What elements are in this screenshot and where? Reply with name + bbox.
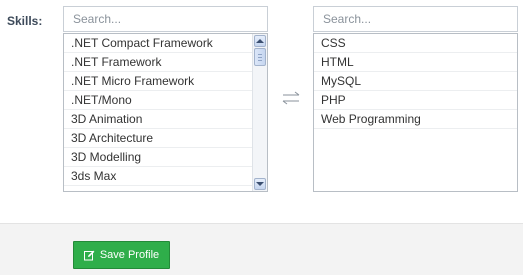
list-item[interactable]: .NET Compact Framework — [64, 34, 252, 53]
selected-skills-items: CSS HTML MySQL PHP Web Programming — [314, 34, 517, 191]
list-item[interactable]: 3ds Max — [64, 167, 252, 186]
save-profile-button[interactable]: Save Profile — [73, 241, 170, 269]
profile-form: Skills: .NET Compact Framework .NET Fram… — [0, 0, 523, 275]
skills-label: Skills: — [7, 14, 43, 28]
available-skills-list[interactable]: .NET Compact Framework .NET Framework .N… — [63, 33, 268, 192]
swap-arrows-icon — [281, 91, 301, 105]
selected-skills-search-input[interactable] — [313, 6, 518, 32]
available-skills-search-input[interactable] — [63, 6, 268, 32]
scroll-thumb[interactable] — [254, 48, 266, 66]
list-item[interactable]: 3D Architecture — [64, 129, 252, 148]
list-item[interactable]: .NET Framework — [64, 53, 252, 72]
save-profile-label: Save Profile — [99, 249, 160, 261]
list-item[interactable]: PHP — [314, 91, 517, 110]
scroll-up-arrow-icon[interactable] — [254, 35, 266, 47]
list-item[interactable]: MySQL — [314, 72, 517, 91]
form-footer: Save Profile — [0, 223, 523, 275]
list-item[interactable]: .NET/Mono — [64, 91, 252, 110]
available-skills-items: .NET Compact Framework .NET Framework .N… — [64, 34, 252, 191]
list-item[interactable]: HTML — [314, 53, 517, 72]
list-item[interactable]: .NET Micro Framework — [64, 72, 252, 91]
available-skills-scrollbar[interactable] — [252, 34, 267, 191]
list-item[interactable]: 3D Modelling — [64, 148, 252, 167]
selected-skills-list[interactable]: CSS HTML MySQL PHP Web Programming — [313, 33, 518, 192]
list-item[interactable]: 3D Animation — [64, 110, 252, 129]
scroll-down-arrow-icon[interactable] — [254, 178, 266, 190]
edit-icon — [83, 250, 95, 261]
list-item[interactable]: Web Programming — [314, 110, 517, 129]
list-item[interactable]: CSS — [314, 34, 517, 53]
